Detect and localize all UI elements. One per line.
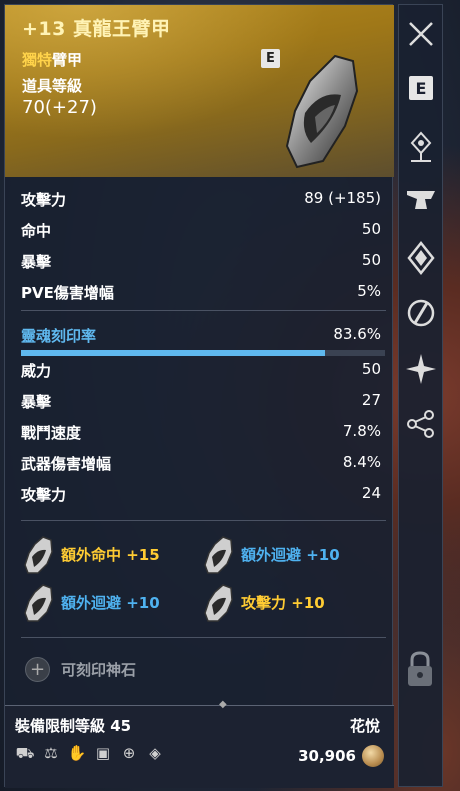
item-slot: 臂甲 <box>52 51 83 69</box>
balance-icon: ⚖ <box>44 744 58 762</box>
teleport-icon <box>410 131 432 162</box>
coin-icon <box>362 745 384 767</box>
stat-row: 戰鬥速度 7.8% <box>21 422 381 444</box>
stat-row: 威力 50 <box>21 360 381 382</box>
item-level-label: 道具等級 <box>22 77 83 95</box>
bracer-icon <box>24 584 53 622</box>
stat-value: 89 (+185) <box>304 189 381 207</box>
extra-option: 攻擊力 +10 <box>201 583 381 623</box>
stat-row: 暴擊 27 <box>21 391 381 413</box>
stat-label: 攻擊力 <box>21 191 67 209</box>
lock-icon[interactable] <box>403 650 437 690</box>
share-icon <box>407 410 434 438</box>
stat-label: PVE傷害增幅 <box>21 284 114 302</box>
stat-label: 暴擊 <box>21 253 52 271</box>
soul-imprint-label: 靈魂刻印率 <box>21 327 97 345</box>
divider <box>21 310 386 311</box>
chevron-down-icon: ◆ <box>219 699 227 710</box>
socket-label: 可刻印神石 <box>61 661 137 679</box>
sparkle-icon <box>406 354 436 384</box>
item-price: 30,906 <box>298 747 356 765</box>
transmute-button[interactable] <box>401 297 441 337</box>
stat-label: 威力 <box>21 362 52 380</box>
stat-label: 戰鬥速度 <box>21 424 82 442</box>
stat-row: 攻擊力 89 (+185) <box>21 189 381 211</box>
item-footer: ◆ 裝備限制等級 45 花悅 ⛟ ⚖ ✋ ▣ ⊕ ◈ 30,906 <box>5 699 394 788</box>
item-tooltip: +13 真龍王臂甲 獨特臂甲 道具等級 70(+27) E 攻擊力 89 (+18… <box>4 4 394 788</box>
anvil-icon <box>407 191 435 209</box>
bracer-item-icon <box>285 54 359 169</box>
level-requirement: 裝備限制等級 45 <box>15 717 132 735</box>
bracer-icon <box>204 584 233 622</box>
item-property-icons: ⛟ ⚖ ✋ ▣ ⊕ ◈ <box>15 743 165 763</box>
enhance-button[interactable] <box>401 187 441 227</box>
engrave-stone-socket[interactable]: + 可刻印神石 <box>25 655 225 685</box>
teleport-button[interactable] <box>401 131 441 171</box>
target-icon: ⊕ <box>122 744 136 762</box>
stat-row: 命中 50 <box>21 220 381 242</box>
soul-imprint-value: 83.6% <box>333 325 381 343</box>
e-key-icon: E <box>409 76 433 100</box>
extra-option: 額外命中 +15 <box>21 535 201 575</box>
item-type: 獨特臂甲 <box>22 49 82 70</box>
stat-row: PVE傷害增幅 5% <box>21 282 381 304</box>
plus-icon: + <box>25 657 50 682</box>
stat-label: 暴擊 <box>21 393 52 411</box>
item-name: +13 真龍王臂甲 <box>22 18 171 40</box>
soul-imprint-row: 靈魂刻印率 83.6% <box>21 325 381 347</box>
item-grade: 獨特 <box>22 51 53 69</box>
bracer-icon <box>204 536 233 574</box>
close-icon <box>409 22 433 46</box>
stat-label: 命中 <box>21 222 52 240</box>
soul-imprint-bar <box>21 350 385 356</box>
extra-option-text: 額外迴避 +10 <box>61 594 160 612</box>
equip-button[interactable]: E <box>401 75 441 115</box>
stat-value: 24 <box>361 484 381 502</box>
divider <box>5 705 394 706</box>
svg-text:E: E <box>416 79 427 98</box>
stat-value: 50 <box>361 251 381 269</box>
stat-row: 攻擊力 24 <box>21 484 381 506</box>
extra-option: 額外迴避 +10 <box>201 535 381 575</box>
extra-option-text: 攻擊力 +10 <box>241 594 325 612</box>
swap-icon <box>407 299 435 327</box>
stat-row: 武器傷害增幅 8.4% <box>21 453 381 475</box>
awaken-button[interactable] <box>401 353 441 393</box>
book-icon: ▣ <box>95 744 111 762</box>
stat-value: 5% <box>357 282 381 300</box>
bracer-icon <box>24 536 53 574</box>
share-button[interactable] <box>401 409 441 449</box>
stat-value: 8.4% <box>342 453 381 471</box>
item-header: +13 真龍王臂甲 獨特臂甲 道具等級 70(+27) E <box>5 5 394 177</box>
stat-label: 武器傷害增幅 <box>21 455 112 473</box>
gem-button[interactable] <box>401 240 441 281</box>
stat-value: 50 <box>361 360 381 378</box>
divider <box>21 520 386 521</box>
stat-value: 27 <box>361 391 381 409</box>
extra-option-text: 額外迴避 +10 <box>241 546 340 564</box>
stat-value: 7.8% <box>342 422 381 440</box>
close-button[interactable] <box>401 19 441 59</box>
stat-value: 50 <box>361 220 381 238</box>
extra-option-text: 額外命中 +15 <box>61 546 160 564</box>
stat-label: 攻擊力 <box>21 486 67 504</box>
extra-option: 額外迴避 +10 <box>21 583 201 623</box>
hand-icon: ✋ <box>67 744 87 762</box>
gem-icon <box>407 240 435 276</box>
diamond-icon: ◈ <box>149 744 161 762</box>
soul-imprint-bar-fill <box>21 350 326 356</box>
stat-row: 暴擊 50 <box>21 251 381 273</box>
divider <box>21 637 386 638</box>
storage-icon: ⛟ <box>15 744 35 762</box>
bound-character: 花悅 <box>349 717 380 735</box>
item-level-value: 70(+27) <box>22 97 97 118</box>
